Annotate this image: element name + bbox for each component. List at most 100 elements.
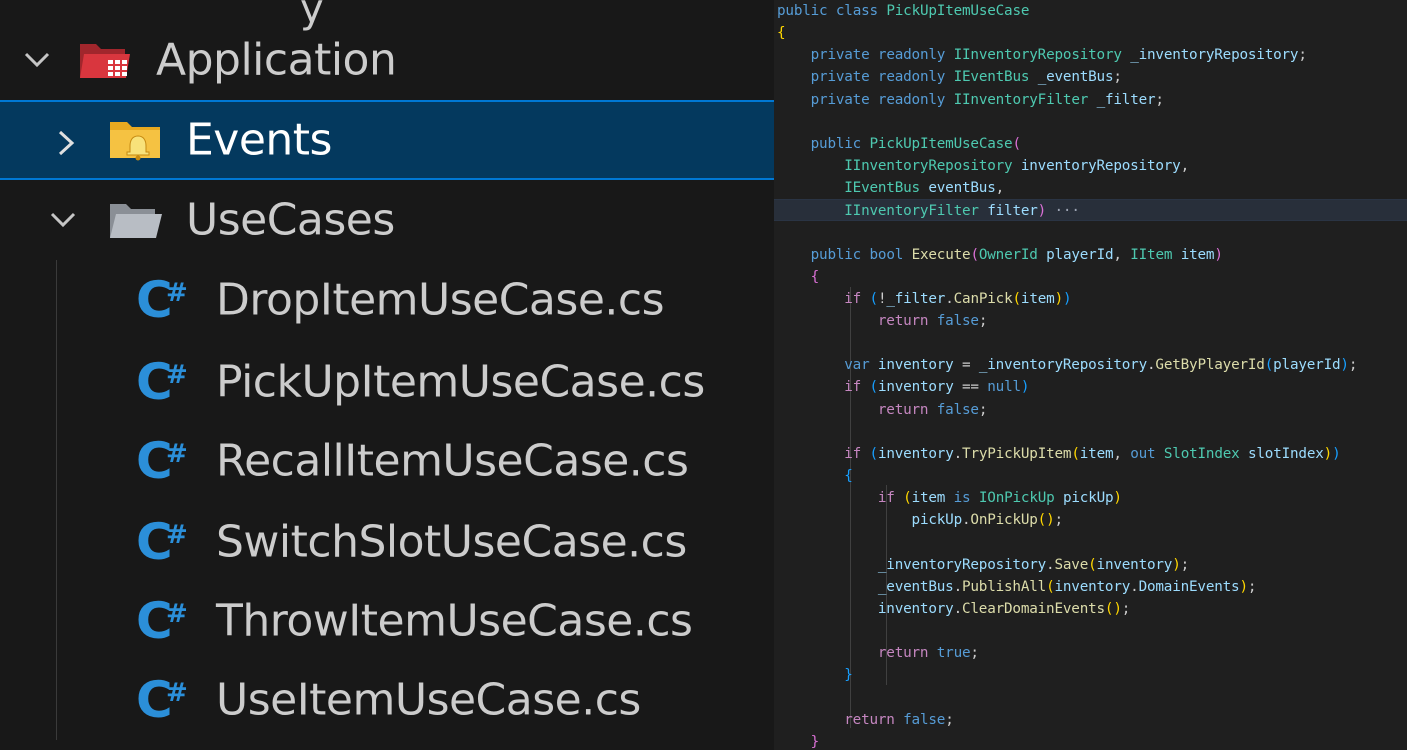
chevron-down-icon[interactable] — [50, 210, 76, 230]
code-line[interactable]: IEventBus eventBus, — [777, 177, 1407, 199]
code-token: ) — [1020, 379, 1030, 396]
code-line[interactable]: _inventoryRepository.Save(inventory); — [777, 554, 1407, 576]
code-token: playerId — [1273, 357, 1341, 374]
code-token: ( — [1012, 290, 1022, 307]
tree-item-usecases[interactable]: UseCases — [0, 180, 774, 260]
code-token: TryPickUpItem — [962, 445, 1072, 462]
code-line[interactable]: } — [777, 664, 1407, 686]
code-line[interactable]: public class PickUpItemUseCase — [777, 0, 1407, 22]
code-line[interactable]: public bool Execute(OwnerId playerId, II… — [777, 244, 1407, 266]
code-line[interactable]: if (inventory.TryPickUpItem(item, out Sl… — [777, 443, 1407, 465]
code-token: _eventBus — [1037, 69, 1114, 86]
tree-item-application[interactable]: Application — [0, 20, 774, 100]
code-token: ··· — [1046, 203, 1080, 220]
code-line[interactable]: return false; — [777, 399, 1407, 421]
code-line[interactable]: _eventBus.PublishAll(inventory.DomainEve… — [777, 576, 1407, 598]
tree-item-file[interactable]: C # ThrowItemUseCase.cs — [0, 581, 774, 661]
code-token: IInventoryRepository — [844, 157, 1013, 174]
code-line[interactable] — [777, 531, 1407, 553]
chevron-down-icon[interactable] — [24, 50, 50, 70]
code-token: ; — [1348, 357, 1358, 374]
code-token: ( — [1012, 135, 1021, 152]
code-token: item — [1020, 290, 1055, 307]
code-token: ( — [1071, 445, 1080, 462]
code-editor[interactable]: public class PickUpItemUseCase { private … — [774, 0, 1407, 750]
code-line[interactable]: { — [777, 266, 1407, 288]
code-token: inventory — [1054, 578, 1131, 595]
code-line[interactable] — [777, 421, 1407, 443]
code-token: ClearDomainEvents — [961, 600, 1105, 617]
tree-item-file[interactable]: C # RecallItemUseCase.cs — [0, 421, 774, 501]
code-token: if — [844, 445, 862, 462]
code-token: . — [953, 578, 963, 595]
code-line[interactable]: } — [777, 731, 1407, 750]
code-token: public — [810, 135, 862, 152]
code-token: ; — [1054, 512, 1064, 529]
code-token: if — [844, 290, 862, 307]
code-line[interactable]: return true; — [777, 642, 1407, 664]
code-line[interactable]: inventory.ClearDomainEvents(); — [777, 598, 1407, 620]
code-line[interactable]: IInventoryFilter filter) ··· — [774, 199, 1407, 222]
code-line[interactable]: var inventory = _inventoryRepository.Get… — [777, 354, 1407, 376]
code-line[interactable]: if (!_filter.CanPick(item)) — [777, 288, 1407, 310]
code-token: ; — [1298, 47, 1307, 64]
code-token: DomainEvents — [1138, 578, 1240, 595]
code-token: ) — [1172, 556, 1181, 573]
code-token: == — [953, 379, 988, 396]
code-line[interactable]: private readonly IEventBus _eventBus; — [777, 66, 1407, 88]
code-line[interactable]: public PickUpItemUseCase( — [777, 133, 1407, 155]
code-token: IEventBus — [953, 69, 1030, 86]
code-token: slotIndex — [1247, 445, 1324, 462]
tree-item-events[interactable]: Events — [0, 100, 774, 180]
tree-item-file[interactable]: C # DropItemUseCase.cs — [0, 260, 774, 340]
code-token: return — [877, 401, 929, 418]
code-token: } — [810, 733, 820, 750]
code-line[interactable]: IInventoryRepository inventoryRepository… — [777, 155, 1407, 177]
code-token: _filter — [886, 290, 946, 307]
chevron-right-icon[interactable] — [56, 130, 76, 156]
code-token: inventory — [877, 379, 954, 396]
tree-item-file[interactable]: C # SwitchSlotUseCase.cs — [0, 502, 774, 582]
file-name: ThrowItemUseCase.cs — [216, 595, 693, 647]
code-line[interactable]: return false; — [777, 310, 1407, 332]
code-token: IEventBus — [844, 180, 920, 197]
code-line[interactable]: if (inventory == null) — [777, 376, 1407, 398]
code-token: . — [953, 445, 963, 462]
code-line[interactable]: return false; — [777, 709, 1407, 731]
file-name: DropItemUseCase.cs — [216, 274, 665, 326]
code-token: ( — [869, 379, 879, 396]
code-line[interactable] — [777, 111, 1407, 133]
code-token: OnPickUp — [970, 512, 1038, 529]
code-line[interactable] — [777, 221, 1407, 243]
code-token: SlotIndex — [1163, 445, 1240, 462]
code-text-area[interactable]: public class PickUpItemUseCase { private … — [774, 0, 1407, 750]
code-line[interactable] — [777, 686, 1407, 708]
code-line[interactable]: private readonly IInventoryFilter _filte… — [777, 89, 1407, 111]
code-token: ) — [1113, 490, 1122, 507]
tree-item-file[interactable]: C # PickUpItemUseCase.cs — [0, 342, 774, 422]
code-token: _inventoryRepository — [978, 357, 1147, 374]
code-line[interactable] — [777, 620, 1407, 642]
file-name: RecallItemUseCase.cs — [216, 435, 689, 487]
code-token: ) — [1340, 357, 1349, 374]
code-line[interactable]: private readonly IInventoryRepository _i… — [777, 44, 1407, 66]
code-line[interactable]: pickUp.OnPickUp(); — [777, 509, 1407, 531]
tree-item-file[interactable]: C # UseItemUseCase.cs — [0, 660, 774, 740]
code-line[interactable] — [777, 332, 1407, 354]
code-token: false — [936, 401, 979, 418]
folder-open-icon — [108, 198, 164, 242]
code-token: readonly — [877, 47, 946, 64]
code-line[interactable]: if (item is IOnPickUp pickUp) — [777, 487, 1407, 509]
code-line[interactable]: { — [777, 465, 1407, 487]
code-line[interactable]: { — [777, 22, 1407, 44]
